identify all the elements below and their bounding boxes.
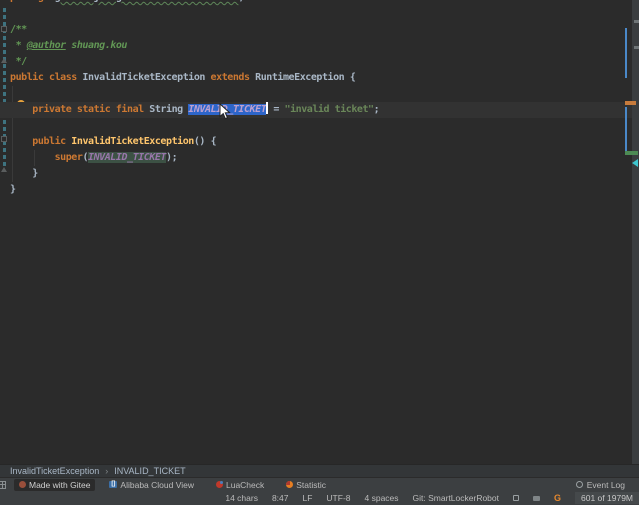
code-token: = xyxy=(268,104,285,115)
write-usage-mark[interactable] xyxy=(625,101,636,105)
ide-window: { "colors": { "editor_bg": "#2B2B2B", "c… xyxy=(0,0,639,497)
code-line[interactable]: public InvalidTicketException() { xyxy=(10,134,632,150)
code-area[interactable]: package github.javaguide.smartlockerrobo… xyxy=(10,0,632,198)
toolbar-button-label: LuaCheck xyxy=(226,480,264,490)
memory-indicator[interactable]: 601 of 1979M xyxy=(575,492,639,504)
toolbar-button-luacheck[interactable]: LuaCheck xyxy=(216,480,264,490)
vcs-change-strip xyxy=(3,8,6,168)
code-line[interactable] xyxy=(10,118,632,134)
tool-windows-grid-icon[interactable] xyxy=(0,481,6,489)
code-token xyxy=(10,152,55,163)
code-token: InvalidTicketException xyxy=(71,136,194,147)
gitee-badge-button[interactable]: Made with Gitee xyxy=(14,479,95,491)
event-log-balloon-icon xyxy=(576,481,583,488)
code-token: String xyxy=(149,104,188,115)
status-bar: 14 chars 8:47 LF UTF-8 4 spaces Git: Sma… xyxy=(0,491,639,505)
breadcrumb-class[interactable]: InvalidTicketException xyxy=(10,466,99,476)
code-token: */ xyxy=(10,56,27,67)
code-line[interactable]: super(INVALID_TICKET); xyxy=(10,150,632,166)
bottom-toolbar: Made with Gitee [] Alibaba Cloud View Lu… xyxy=(0,477,639,491)
code-token: ); xyxy=(166,152,177,163)
code-token: ; xyxy=(238,0,244,3)
code-token: () { xyxy=(194,136,216,147)
luacheck-icon xyxy=(216,481,223,488)
fold-marker-icon[interactable] xyxy=(1,136,7,142)
code-token: shuang.kou xyxy=(66,40,127,51)
breadcrumb-separator: › xyxy=(105,466,108,476)
code-line-current[interactable]: private static final String INVALID_TICK… xyxy=(10,102,632,118)
toolbar-button-label: Alibaba Cloud View xyxy=(120,480,194,490)
code-editor[interactable]: package github.javaguide.smartlockerrobo… xyxy=(0,0,639,464)
fold-end-icon[interactable] xyxy=(1,58,7,63)
mouse-cursor-icon xyxy=(219,103,231,120)
event-log-button[interactable]: Event Log xyxy=(576,480,625,490)
code-token xyxy=(10,136,32,147)
editor-scrollbar[interactable] xyxy=(632,0,639,464)
event-log-label: Event Log xyxy=(587,480,625,490)
code-line[interactable]: */ xyxy=(10,54,632,70)
toolbar-button-alibaba-cloud-view[interactable]: [] Alibaba Cloud View xyxy=(109,480,194,490)
code-token: @author xyxy=(27,40,66,51)
code-token: package xyxy=(10,0,55,3)
toolbar-button-label: Statistic xyxy=(296,480,326,490)
printer-icon[interactable] xyxy=(533,496,540,501)
code-line[interactable]: } xyxy=(10,166,632,182)
code-line[interactable] xyxy=(10,6,632,22)
statistic-icon xyxy=(286,481,293,488)
code-token: RuntimeException { xyxy=(255,72,355,83)
code-token: github.javaguide.smartlockerrobot xyxy=(55,0,239,3)
code-token: INVALID_TICKET xyxy=(88,152,166,163)
code-token: InvalidTicketException xyxy=(82,72,210,83)
toolbar-button-statistic[interactable]: Statistic xyxy=(286,480,326,490)
code-token: } xyxy=(10,168,38,179)
code-token: private static final xyxy=(32,104,149,115)
status-caret-position[interactable]: 8:47 xyxy=(272,493,289,503)
stripe-mark xyxy=(634,20,639,23)
code-token: "invalid ticket" xyxy=(285,104,374,115)
vcs-scrollbar-mark[interactable] xyxy=(625,107,627,153)
code-line[interactable]: } xyxy=(10,182,632,198)
code-token: public class xyxy=(10,72,82,83)
status-encoding[interactable]: UTF-8 xyxy=(326,493,350,503)
code-line[interactable]: public class InvalidTicketException exte… xyxy=(10,70,632,86)
gitee-badge-label: Made with Gitee xyxy=(29,480,90,490)
code-token: } xyxy=(10,184,16,195)
code-token: /** xyxy=(10,24,27,35)
code-token: * xyxy=(10,40,27,51)
status-git-branch[interactable]: Git: SmartLockerRobot xyxy=(413,493,499,503)
status-selection-chars[interactable]: 14 chars xyxy=(225,493,258,503)
vcs-scrollbar-mark[interactable] xyxy=(625,28,627,78)
readonly-lock-icon[interactable] xyxy=(513,495,519,501)
code-token: super xyxy=(55,152,83,163)
code-token xyxy=(10,104,32,115)
read-usage-mark[interactable] xyxy=(625,151,638,155)
alibaba-cloud-icon: [] xyxy=(109,481,117,488)
breadcrumb-member[interactable]: INVALID_TICKET xyxy=(114,466,185,476)
code-token: ; xyxy=(374,104,380,115)
fold-end-icon[interactable] xyxy=(1,167,7,172)
breadcrumb: InvalidTicketException › INVALID_TICKET xyxy=(0,464,639,477)
caret-position-arrow-icon xyxy=(632,159,638,167)
gitee-icon xyxy=(19,481,26,488)
code-line[interactable]: * @author shuang.kou xyxy=(10,38,632,54)
status-line-ending[interactable]: LF xyxy=(303,493,313,503)
code-token: extends xyxy=(211,72,256,83)
fold-marker-icon[interactable] xyxy=(1,26,7,32)
gradle-g-icon[interactable]: G xyxy=(554,494,561,503)
stripe-mark xyxy=(634,46,639,49)
code-line[interactable]: /** xyxy=(10,22,632,38)
status-indent[interactable]: 4 spaces xyxy=(365,493,399,503)
code-line[interactable] xyxy=(10,86,632,102)
code-token: public xyxy=(32,136,71,147)
